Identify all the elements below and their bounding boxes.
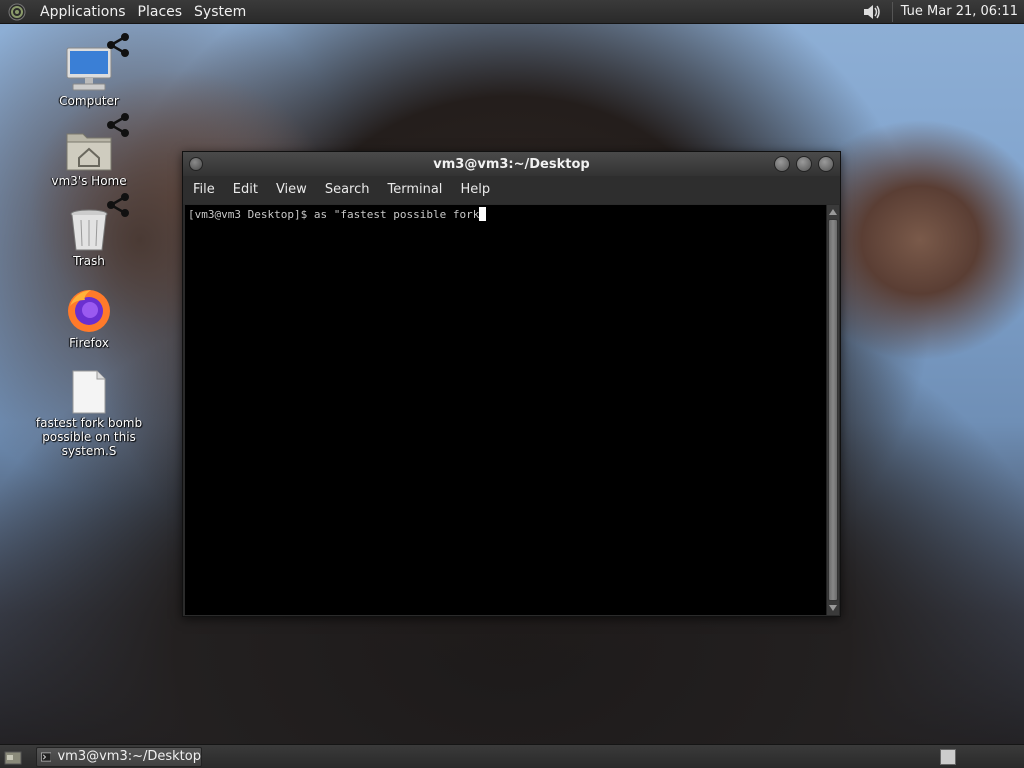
menu-search[interactable]: Search	[319, 176, 376, 204]
desktop-icon-computer[interactable]: Computer	[34, 33, 144, 108]
menu-places[interactable]: Places	[132, 0, 189, 24]
desktop-icon-label: Trash	[73, 254, 105, 268]
file-icon	[65, 370, 113, 414]
menu-help[interactable]: Help	[454, 176, 496, 204]
firefox-icon	[65, 286, 113, 334]
gnome-foot-icon[interactable]	[6, 2, 28, 22]
menu-view[interactable]: View	[270, 176, 313, 204]
share-icon	[107, 113, 129, 137]
close-button[interactable]	[818, 156, 834, 172]
menu-applications[interactable]: Applications	[34, 0, 132, 24]
text-cursor	[479, 207, 487, 221]
terminal-menubar: File Edit View Search Terminal Help	[183, 176, 840, 204]
menu-edit[interactable]: Edit	[227, 176, 264, 204]
desktop-icon-label: fastest fork bomb possible on this syste…	[35, 416, 143, 458]
terminal-scrollbar[interactable]	[826, 205, 839, 615]
taskbar-button-terminal[interactable]: vm3@vm3:~/Desktop	[36, 746, 202, 767]
share-icon	[107, 33, 129, 57]
scroll-down-icon[interactable]	[829, 605, 837, 611]
clock[interactable]: Tue Mar 21, 06:11	[901, 4, 1018, 19]
desktop-icon-label: Computer	[59, 94, 119, 108]
workspace-switcher[interactable]	[940, 748, 956, 765]
scroll-thumb[interactable]	[828, 219, 838, 601]
desktop-icon-firefox[interactable]: Firefox	[34, 286, 144, 350]
maximize-button[interactable]	[796, 156, 812, 172]
trash-icon	[65, 193, 129, 252]
desktop-icon-trash[interactable]: Trash	[34, 193, 144, 268]
desktop-icon-home[interactable]: vm3's Home	[34, 113, 144, 188]
desktop-icon-file[interactable]: fastest fork bomb possible on this syste…	[34, 370, 144, 458]
show-desktop-icon[interactable]	[2, 747, 24, 767]
terminal-line: [vm3@vm3 Desktop]$ as "fastest possible …	[188, 208, 480, 221]
share-icon	[107, 193, 129, 217]
computer-icon	[65, 33, 129, 92]
taskbar-button-label: vm3@vm3:~/Desktop	[57, 749, 201, 764]
window-menu-button[interactable]	[189, 157, 203, 171]
window-titlebar[interactable]: vm3@vm3:~/Desktop	[183, 152, 840, 176]
minimize-button[interactable]	[774, 156, 790, 172]
menu-file[interactable]: File	[187, 176, 221, 204]
menu-terminal[interactable]: Terminal	[381, 176, 448, 204]
terminal-window: vm3@vm3:~/Desktop File Edit View Search …	[182, 151, 841, 617]
terminal-output[interactable]: [vm3@vm3 Desktop]$ as "fastest possible …	[185, 205, 827, 615]
speaker-icon[interactable]	[862, 2, 884, 22]
desktop-icon-label: vm3's Home	[51, 174, 127, 188]
menu-system[interactable]: System	[188, 0, 252, 24]
window-title: vm3@vm3:~/Desktop	[433, 156, 590, 172]
desktop-icon-label: Firefox	[69, 336, 109, 350]
bottom-panel: vm3@vm3:~/Desktop	[0, 744, 1024, 768]
home-folder-icon	[65, 113, 129, 172]
top-panel: Applications Places System Tue Mar 21, 0…	[0, 0, 1024, 24]
panel-separator	[891, 1, 893, 22]
scroll-up-icon[interactable]	[829, 209, 837, 215]
terminal-icon	[41, 752, 52, 761]
